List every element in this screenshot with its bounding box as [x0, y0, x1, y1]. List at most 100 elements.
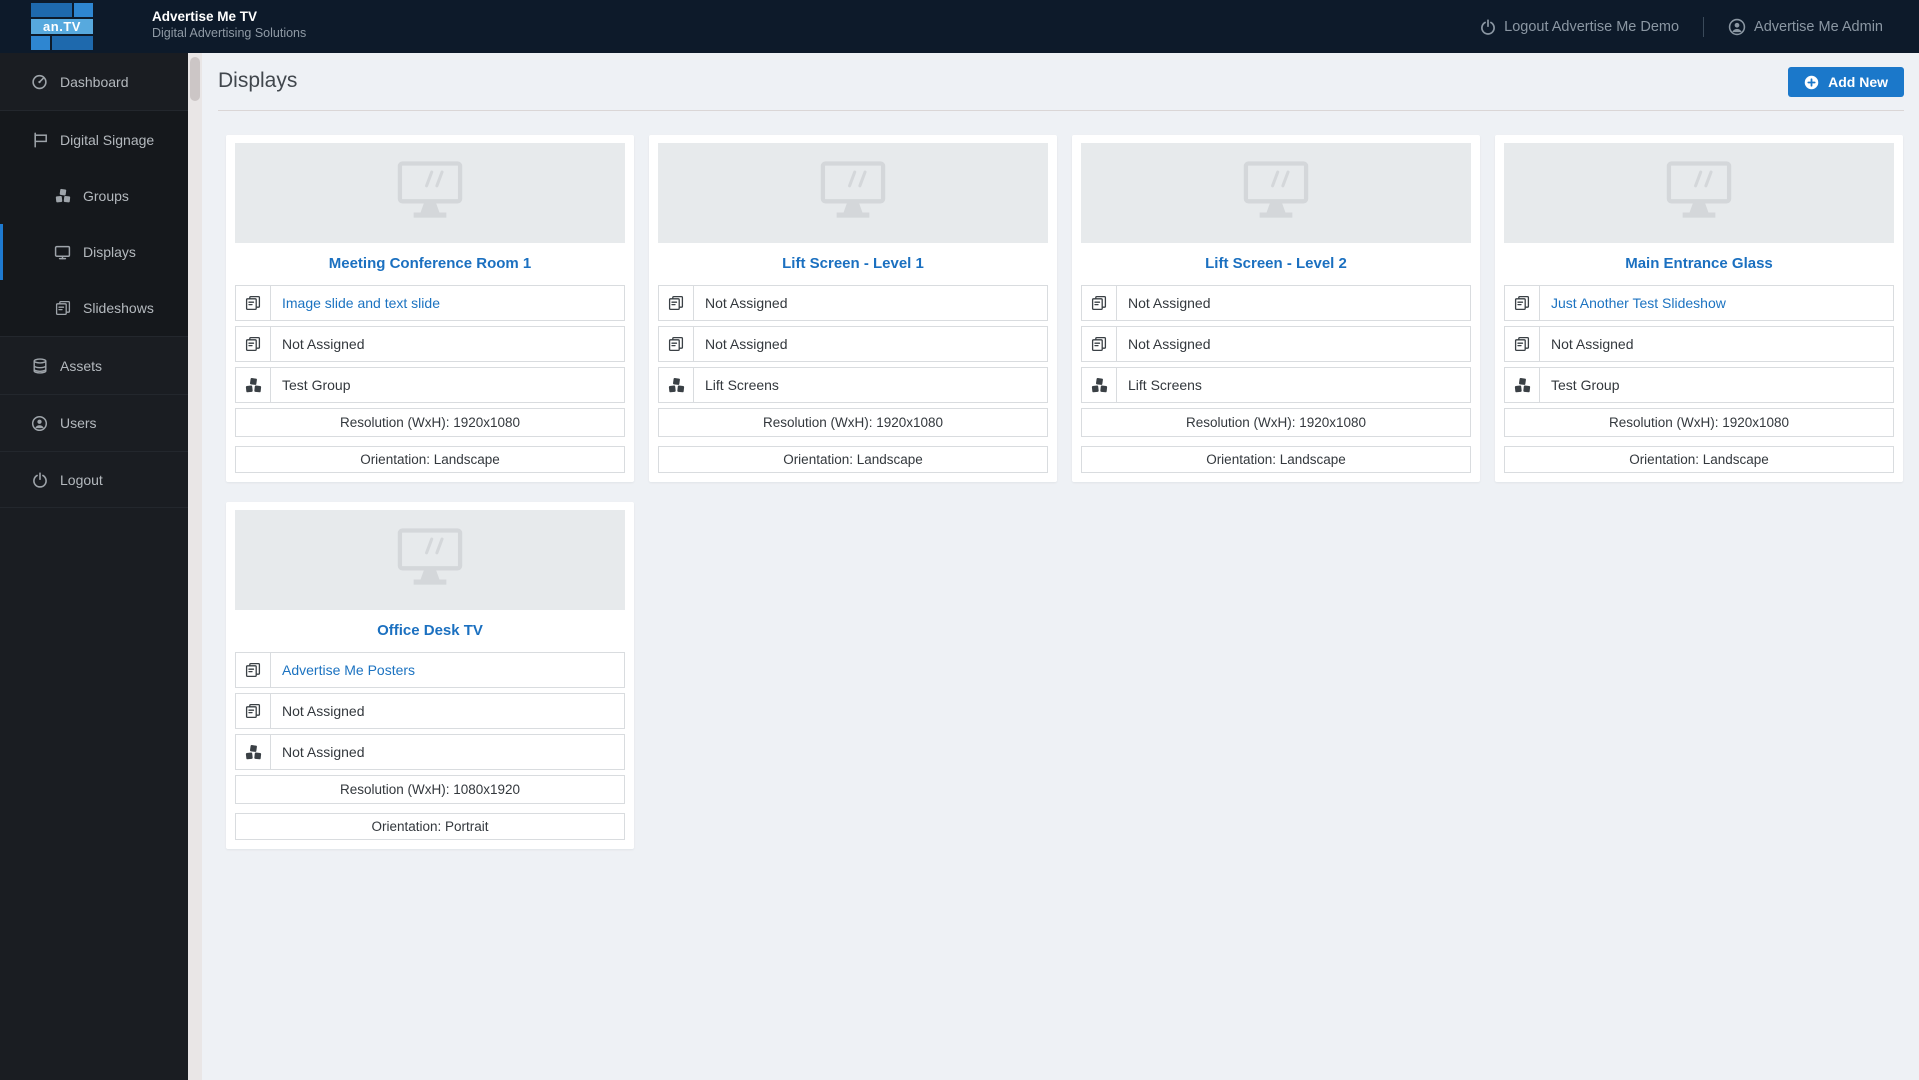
group-row: Lift Screens [1081, 367, 1471, 403]
clone-icon [1505, 286, 1540, 320]
sidebar-item-groups[interactable]: Groups [0, 168, 188, 224]
logout-link[interactable]: Logout Advertise Me Demo [1480, 19, 1679, 35]
brand-text: Advertise Me TV Digital Advertising Solu… [152, 8, 306, 41]
slideshow-1-value[interactable]: Just Another Test Slideshow [1540, 295, 1726, 311]
group-row: Not Assigned [235, 734, 625, 770]
display-card: Meeting Conference Room 1 Image slide an… [226, 135, 634, 482]
sidebar-item-users[interactable]: Users [0, 394, 188, 451]
display-card: Office Desk TV Advertise Me Posters Not … [226, 502, 634, 849]
cubes-icon [53, 188, 72, 204]
slideshow-row: Not Assigned [1504, 326, 1894, 362]
sidebar-item-displays[interactable]: Displays [0, 224, 188, 280]
monitor-placeholder-icon [1233, 159, 1319, 228]
sidebar-item-slideshows[interactable]: Slideshows [0, 280, 188, 336]
slideshow-2-value: Not Assigned [705, 336, 788, 352]
display-card: Lift Screen - Level 1 Not Assigned Not A… [649, 135, 1057, 482]
sidebar-item-label: Groups [83, 188, 129, 204]
clone-icon [236, 327, 271, 361]
gauge-icon [30, 73, 49, 90]
monitor-placeholder-icon [387, 526, 473, 595]
power-icon [30, 471, 49, 488]
group-value: Test Group [1551, 377, 1620, 393]
orientation-row: Orientation: Landscape [235, 446, 625, 473]
sidebar-item-label: Users [60, 415, 97, 431]
slideshow-1-value: Not Assigned [1128, 295, 1211, 311]
monitor-placeholder-icon [1656, 159, 1742, 228]
orientation-row: Orientation: Landscape [1081, 446, 1471, 473]
orientation-row: Orientation: Landscape [658, 446, 1048, 473]
display-title[interactable]: Main Entrance Glass [1504, 255, 1894, 272]
header-right: Logout Advertise Me Demo Advertise Me Ad… [1480, 0, 1883, 53]
slideshow-row: Not Assigned [235, 693, 625, 729]
header-divider [1703, 16, 1705, 37]
display-card: Lift Screen - Level 2 Not Assigned Not A… [1072, 135, 1480, 482]
sidebar-item-label: Dashboard [60, 73, 129, 90]
slideshow-row: Not Assigned [658, 285, 1048, 321]
app-header: an.TV Advertise Me TV Digital Advertisin… [0, 0, 1919, 53]
slideshow-row: Not Assigned [1081, 285, 1471, 321]
slideshow-row: Advertise Me Posters [235, 652, 625, 688]
clone-icon [236, 694, 271, 728]
cubes-icon [659, 368, 694, 402]
user-menu[interactable]: Advertise Me Admin [1728, 18, 1883, 36]
cubes-icon [1082, 368, 1117, 402]
group-row: Test Group [235, 367, 625, 403]
sidebar-item-dashboard[interactable]: Dashboard [0, 53, 188, 110]
slideshow-1-value: Not Assigned [705, 295, 788, 311]
clone-icon [659, 327, 694, 361]
group-value: Test Group [282, 377, 351, 393]
sidebar-item-digital-signage[interactable]: Digital Signage [0, 111, 188, 168]
sign-icon [30, 132, 49, 148]
group-row: Test Group [1504, 367, 1894, 403]
sidebar-nav: Dashboard Digital Signage Groups Display… [0, 53, 188, 508]
resolution-row: Resolution (WxH): 1920x1080 [1081, 408, 1471, 437]
user-circle-icon [1728, 18, 1746, 36]
display-title[interactable]: Lift Screen - Level 1 [658, 255, 1048, 272]
clone-icon [1505, 327, 1540, 361]
clone-icon [236, 653, 271, 687]
display-title[interactable]: Office Desk TV [235, 622, 625, 639]
display-title[interactable]: Lift Screen - Level 2 [1081, 255, 1471, 272]
clone-icon [53, 300, 72, 316]
sidebar-item-label: Digital Signage [60, 131, 155, 148]
add-new-label: Add New [1828, 74, 1888, 90]
sidebar-scrollbar[interactable] [188, 53, 202, 1080]
group-value: Lift Screens [1128, 377, 1202, 393]
display-preview [235, 510, 625, 610]
orientation-row: Orientation: Landscape [1504, 446, 1894, 473]
monitor-icon [53, 244, 72, 261]
slideshow-2-value: Not Assigned [282, 703, 365, 719]
slideshow-row: Not Assigned [235, 326, 625, 362]
cubes-icon [236, 368, 271, 402]
slideshow-row: Not Assigned [658, 326, 1048, 362]
clone-icon [659, 286, 694, 320]
sidebar-item-logout[interactable]: Logout [0, 451, 188, 508]
main-content: Displays Add New Meeting Conference Room… [202, 53, 1919, 1080]
sidebar: Dashboard Digital Signage Groups Display… [0, 53, 188, 1080]
monitor-placeholder-icon [387, 159, 473, 228]
group-row: Lift Screens [658, 367, 1048, 403]
slideshow-1-value[interactable]: Image slide and text slide [271, 295, 440, 311]
resolution-row: Resolution (WxH): 1920x1080 [1504, 408, 1894, 437]
display-title[interactable]: Meeting Conference Room 1 [235, 255, 625, 272]
add-new-button[interactable]: Add New [1788, 67, 1904, 97]
sidebar-item-assets[interactable]: Assets [0, 337, 188, 394]
scrollbar-thumb[interactable] [190, 57, 200, 101]
orientation-row: Orientation: Portrait [235, 813, 625, 840]
slideshow-1-value[interactable]: Advertise Me Posters [271, 662, 415, 678]
logout-label: Logout Advertise Me Demo [1504, 18, 1680, 35]
clone-icon [236, 286, 271, 320]
logo-brick [51, 36, 93, 50]
plus-circle-icon [1804, 75, 1819, 90]
page-title: Displays [218, 69, 298, 92]
slideshow-2-value: Not Assigned [282, 336, 365, 352]
database-icon [30, 357, 49, 374]
cubes-icon [236, 735, 271, 769]
user-circle-icon [30, 415, 49, 432]
group-value: Lift Screens [705, 377, 779, 393]
resolution-row: Resolution (WxH): 1920x1080 [658, 408, 1048, 437]
logo-brick [31, 36, 50, 50]
display-preview [1081, 143, 1471, 243]
brand-subtitle: Digital Advertising Solutions [152, 26, 307, 40]
logo-brick [74, 3, 93, 17]
